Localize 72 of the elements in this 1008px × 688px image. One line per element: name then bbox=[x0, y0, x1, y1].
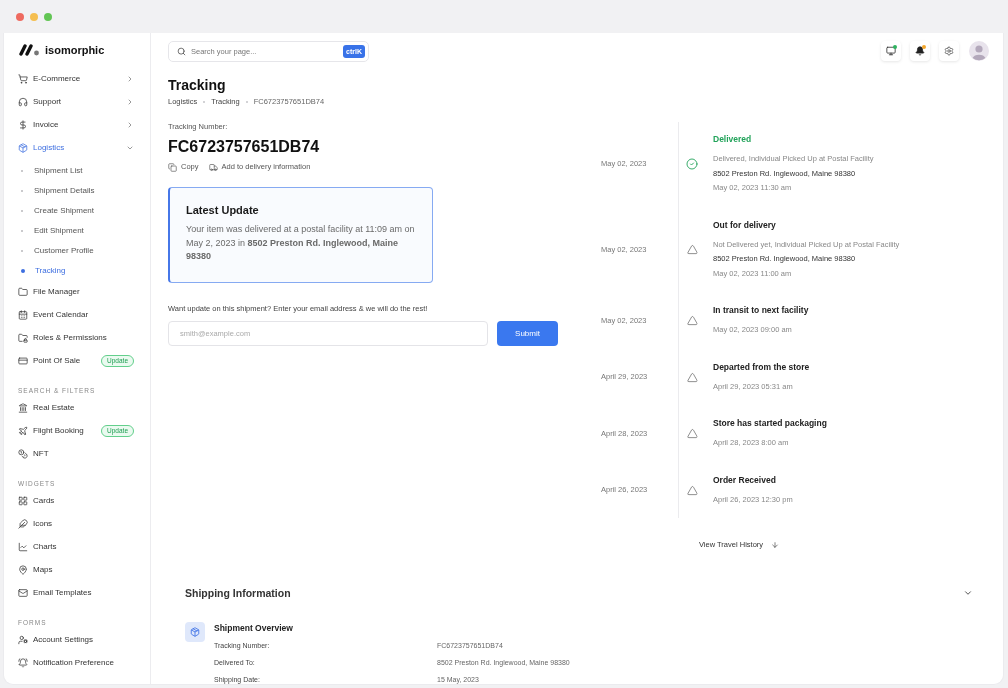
sidebar-subitem[interactable]: Edit Shipment bbox=[4, 220, 150, 241]
sidebar-subitem[interactable]: Shipment Details bbox=[4, 180, 150, 201]
status-dot-icon bbox=[922, 45, 926, 49]
settings-button[interactable] bbox=[939, 41, 959, 61]
brand-name: isomorphic bbox=[45, 43, 105, 57]
user-gear-icon bbox=[18, 635, 28, 645]
sidebar-item[interactable]: Logistics bbox=[4, 136, 150, 159]
sidebar-item[interactable]: Cards bbox=[4, 489, 150, 513]
monitor-icon bbox=[886, 46, 896, 56]
calendar-icon bbox=[18, 310, 28, 320]
search-icon bbox=[177, 46, 186, 56]
submit-button[interactable]: Submit bbox=[497, 320, 558, 346]
bell-icon bbox=[915, 46, 925, 56]
sidebar-item[interactable]: Support bbox=[4, 90, 150, 113]
plane-icon bbox=[18, 426, 28, 436]
update-text: Your item was delivered at a postal facility at 11:09 am on May 2, 2023 in 8502 Preston Rd. Inglewood, Maine 98380 bbox=[186, 223, 416, 263]
logo-icon bbox=[18, 44, 40, 56]
event-title: Out for delivery bbox=[713, 218, 777, 231]
truck-icon bbox=[208, 162, 218, 172]
feather-icon bbox=[18, 519, 28, 529]
dollar-icon bbox=[18, 119, 28, 130]
box-icon bbox=[185, 622, 205, 642]
sidebar-subitem[interactable]: Customer Profile bbox=[4, 240, 150, 261]
sidebar-item[interactable]: Account Settings bbox=[4, 628, 150, 652]
sidebar-item[interactable]: E-Commerce bbox=[4, 67, 150, 90]
section-title: Shipping Information bbox=[185, 586, 291, 600]
page-title: Tracking bbox=[168, 76, 227, 94]
tracking-number: FC6723757651DB74 bbox=[168, 137, 321, 157]
sidebar-item[interactable]: Charts bbox=[4, 535, 150, 559]
sidebar-item[interactable]: Maps bbox=[4, 558, 150, 582]
sidebar-item[interactable]: NFT bbox=[4, 442, 150, 466]
sidebar-item[interactable]: File Manager bbox=[4, 280, 150, 304]
notifications-button[interactable] bbox=[910, 41, 930, 61]
sidebar-item[interactable]: Real Estate bbox=[4, 396, 150, 420]
copy-icon bbox=[168, 162, 177, 172]
map-pin-icon bbox=[18, 565, 28, 575]
headphones-icon bbox=[18, 96, 28, 107]
sidebar-subitem[interactable]: Shipment List bbox=[4, 160, 150, 181]
maximize-window-icon[interactable] bbox=[44, 12, 52, 21]
landmark-icon bbox=[18, 403, 28, 413]
sidebar-item[interactable]: Notification Preference bbox=[4, 651, 150, 675]
grid-icon bbox=[18, 496, 28, 506]
arrow-down-icon bbox=[771, 541, 780, 549]
folder-icon bbox=[18, 287, 28, 297]
chevron-down-icon[interactable] bbox=[963, 588, 973, 598]
line-chart-icon bbox=[18, 542, 28, 552]
status-dot-icon bbox=[893, 45, 897, 49]
sidebar-subitem[interactable]: Tracking bbox=[4, 260, 150, 281]
sidebar-subitem[interactable]: Create Shipment bbox=[4, 200, 150, 221]
event-title: Order Received bbox=[713, 473, 777, 486]
card-icon bbox=[18, 356, 28, 366]
mail-icon bbox=[18, 588, 28, 598]
cart-icon bbox=[18, 73, 28, 84]
event-title: Delivered bbox=[713, 133, 753, 145]
card-title: Latest Update bbox=[186, 203, 260, 217]
event-title: Departed from the store bbox=[713, 360, 811, 373]
bell-icon bbox=[18, 658, 28, 668]
box-icon bbox=[18, 142, 28, 153]
sidebar-item[interactable]: Invoice bbox=[4, 113, 150, 136]
sidebar-item[interactable]: Icons bbox=[4, 512, 150, 536]
avatar-icon[interactable] bbox=[969, 41, 989, 61]
sidebar-item[interactable]: Roles & Permissions bbox=[4, 326, 150, 350]
close-window-icon[interactable] bbox=[16, 12, 24, 21]
coins-icon bbox=[18, 449, 28, 459]
event-title: In transit to next facility bbox=[713, 304, 810, 316]
sidebar-item[interactable]: Email Templates bbox=[4, 581, 150, 605]
event-title: Store has started packaging bbox=[713, 417, 828, 429]
overview-title: Shipment Overview bbox=[214, 622, 294, 634]
messages-button[interactable] bbox=[881, 41, 901, 61]
sidebar-item[interactable]: Event Calendar bbox=[4, 303, 150, 327]
settings-icon bbox=[944, 46, 954, 56]
folder-lock-icon bbox=[18, 333, 28, 343]
